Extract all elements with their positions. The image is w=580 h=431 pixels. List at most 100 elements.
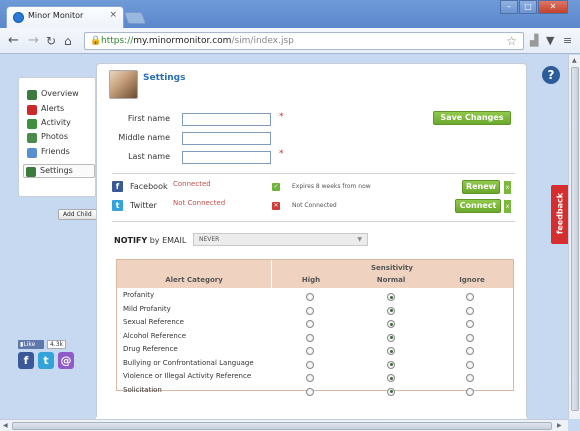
middle-name-field[interactable]	[182, 132, 271, 145]
overview-icon	[27, 90, 37, 100]
network-status: Connected	[173, 180, 211, 188]
alert-sensitivity-table: Sensitivity Alert Category High Normal I…	[116, 259, 514, 396]
error-icon: ✕	[272, 202, 280, 210]
radio-high[interactable]	[306, 360, 314, 369]
add-child-button[interactable]: Add Child	[58, 209, 97, 220]
reload-icon[interactable]: ↻	[46, 33, 56, 49]
radio-normal[interactable]	[387, 320, 395, 328]
alert-category-label: Bullying or Confrontational Language	[123, 358, 254, 367]
settings-panel: Settings First name * Middle name Last n…	[96, 63, 527, 419]
radio-ignore[interactable]	[466, 360, 474, 369]
divider	[112, 173, 515, 174]
radio-high[interactable]	[306, 387, 314, 396]
sidebar: Overview Alerts Activity Photos Friends …	[18, 77, 96, 197]
network-note: Not Connected	[292, 202, 337, 209]
browser-tab[interactable]: Minor Monitor ×	[6, 6, 124, 28]
radio-normal[interactable]	[387, 293, 395, 301]
browser-tabstrip: Minor Monitor × – □ ✕	[0, 0, 580, 28]
radio-ignore[interactable]	[466, 347, 474, 355]
radio-ignore[interactable]	[466, 306, 474, 315]
forward-icon[interactable]: →	[28, 33, 39, 49]
window-minimize-button[interactable]: –	[500, 0, 518, 14]
horizontal-scroll-thumb[interactable]	[12, 422, 552, 430]
facebook-icon[interactable]: f	[18, 352, 34, 369]
network-name: Facebook	[130, 182, 168, 191]
tab-title: Minor Monitor	[28, 11, 84, 20]
twitter-remove-button[interactable]: x	[504, 200, 511, 213]
renew-button[interactable]: Renew	[462, 180, 500, 194]
sidebar-item-overview[interactable]: Overview	[25, 88, 95, 102]
horizontal-scrollbar[interactable]: ◀ ▶	[0, 419, 568, 431]
bookmark-star-icon[interactable]: ☆	[506, 34, 517, 48]
sidebar-item-alerts[interactable]: Alerts	[25, 103, 95, 117]
sidebar-item-friends[interactable]: Friends	[25, 146, 95, 160]
vertical-scrollbar[interactable]: ▲	[568, 55, 580, 419]
scroll-right-icon[interactable]: ▶	[557, 422, 562, 429]
twitter-icon: t	[112, 200, 123, 211]
menu-icon[interactable]: ≡	[563, 34, 572, 47]
required-marker: *	[279, 112, 284, 122]
network-note: Expires 8 weeks from now	[292, 183, 371, 190]
feedback-tab[interactable]: feedback	[551, 185, 568, 244]
browser-toolbar: ← → ↻ ⌂ 🔒 https://my.minormonitor.com/si…	[0, 28, 580, 54]
friends-icon	[27, 148, 37, 158]
radio-ignore[interactable]	[466, 320, 474, 328]
email-icon[interactable]: @	[58, 352, 74, 369]
scroll-left-icon[interactable]: ◀	[3, 422, 8, 429]
sidebar-item-settings[interactable]: Settings	[23, 164, 95, 178]
radio-high[interactable]	[306, 293, 314, 301]
radio-ignore[interactable]	[466, 374, 474, 382]
radio-normal[interactable]	[387, 306, 395, 315]
photos-icon	[27, 133, 37, 143]
radio-high[interactable]	[306, 347, 314, 355]
lock-icon: 🔒	[90, 36, 102, 46]
radio-ignore[interactable]	[466, 333, 474, 342]
activity-icon	[27, 119, 37, 129]
address-bar[interactable]: 🔒 https://my.minormonitor.com/sim/index.…	[84, 32, 524, 50]
required-marker: *	[279, 149, 284, 159]
facebook-icon: f	[112, 181, 123, 192]
twitter-icon[interactable]: t	[38, 352, 54, 369]
alert-category-label: Profanity	[123, 291, 155, 299]
network-name: Twitter	[130, 201, 157, 210]
category-header: Alert Category	[165, 276, 223, 284]
column-header-high: High	[301, 276, 321, 284]
vertical-scroll-thumb[interactable]	[571, 67, 579, 411]
window-close-button[interactable]: ✕	[538, 0, 568, 14]
sidebar-item-activity[interactable]: Activity	[25, 117, 95, 131]
radio-high[interactable]	[306, 333, 314, 342]
radio-high[interactable]	[306, 306, 314, 315]
tab-close-icon[interactable]: ×	[109, 10, 117, 20]
help-icon[interactable]: ?	[542, 66, 560, 84]
alert-category-label: Sexual Reference	[123, 318, 184, 326]
save-changes-button[interactable]: Save Changes	[433, 111, 511, 125]
radio-normal[interactable]	[387, 360, 395, 369]
radio-ignore[interactable]	[466, 293, 474, 301]
facebook-remove-button[interactable]: x	[504, 181, 511, 194]
back-icon[interactable]: ←	[8, 33, 19, 49]
radio-high[interactable]	[306, 320, 314, 328]
radio-normal[interactable]	[387, 387, 395, 396]
window-maximize-button[interactable]: □	[519, 0, 537, 14]
first-name-field[interactable]	[182, 113, 271, 126]
notify-frequency-select[interactable]: NEVER ▼	[193, 233, 368, 246]
new-tab-button[interactable]	[123, 12, 147, 24]
sidebar-item-photos[interactable]: Photos	[25, 131, 95, 145]
like-count: 4.3k	[47, 340, 67, 349]
radio-high[interactable]	[306, 374, 314, 382]
radio-normal[interactable]	[387, 333, 395, 342]
signal-icon[interactable]: ▟	[530, 34, 538, 47]
sensitivity-header: Sensitivity	[371, 264, 413, 272]
page-title: Settings	[143, 73, 186, 83]
last-name-field[interactable]	[182, 151, 271, 164]
facebook-like-button[interactable]: ▮Like	[18, 340, 44, 349]
home-icon[interactable]: ⌂	[64, 33, 72, 49]
radio-normal[interactable]	[387, 374, 395, 382]
radio-ignore[interactable]	[466, 387, 474, 396]
connect-button[interactable]: Connect	[455, 199, 501, 213]
radio-normal[interactable]	[387, 347, 395, 355]
scroll-up-icon[interactable]: ▲	[572, 57, 577, 64]
favicon-icon	[13, 12, 24, 23]
extension-icon[interactable]: ▼	[546, 34, 554, 47]
column-header-normal: Normal	[376, 276, 406, 284]
